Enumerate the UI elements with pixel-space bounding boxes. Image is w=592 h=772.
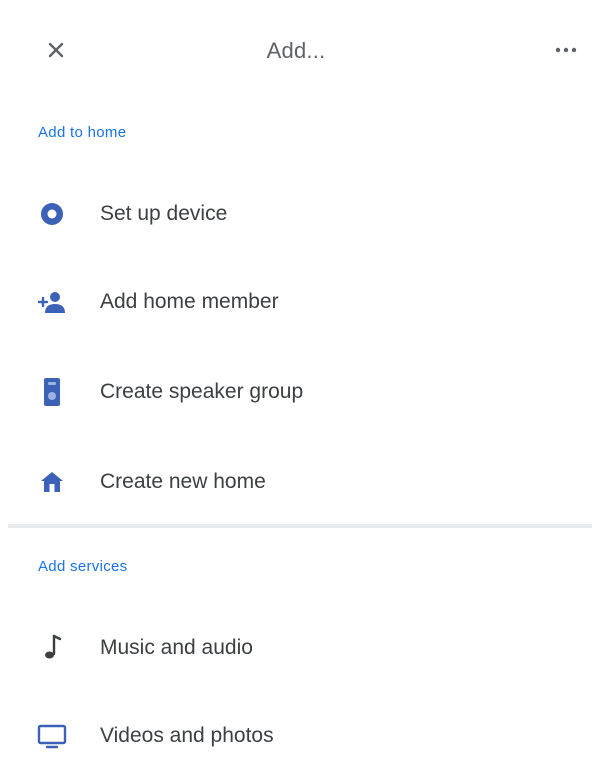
menu-item-videos-and-photos[interactable]: Videos and photos <box>0 700 592 772</box>
home-icon <box>36 466 68 498</box>
device-setup-icon <box>36 198 68 230</box>
menu-item-add-home-member[interactable]: Add home member <box>0 266 592 338</box>
menu-item-create-new-home[interactable]: Create new home <box>0 446 592 518</box>
section-divider <box>8 524 592 528</box>
menu-item-set-up-device[interactable]: Set up device <box>0 178 592 250</box>
music-note-icon <box>36 632 68 664</box>
menu-item-label: Create new home <box>100 470 266 493</box>
more-horizontal-icon <box>555 47 577 53</box>
menu-item-create-speaker-group[interactable]: Create speaker group <box>0 356 592 428</box>
monitor-icon <box>36 720 68 752</box>
menu-item-label: Set up device <box>100 202 228 225</box>
menu-item-label: Music and audio <box>100 636 253 659</box>
menu-item-label: Videos and photos <box>100 724 274 747</box>
menu-item-label: Create speaker group <box>100 380 304 403</box>
speaker-group-icon <box>36 376 68 408</box>
menu-item-label: Add home member <box>100 290 279 313</box>
section-header-add-to-home: Add to home <box>38 124 127 141</box>
page-title: Add... <box>266 38 326 63</box>
section-header-add-services: Add services <box>38 558 128 575</box>
top-bar: Add... <box>0 0 592 104</box>
menu-item-music-and-audio[interactable]: Music and audio <box>0 612 592 684</box>
more-options-button[interactable] <box>546 30 586 70</box>
person-add-icon <box>36 286 68 318</box>
